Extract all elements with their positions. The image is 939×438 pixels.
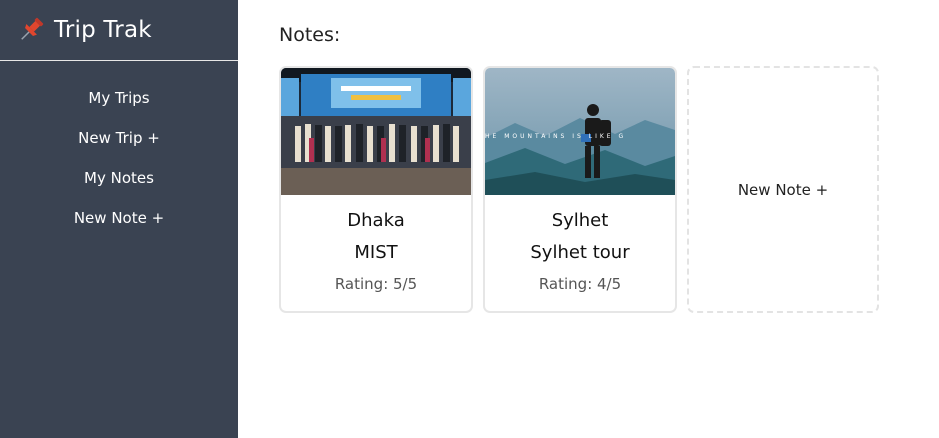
sidebar-item-new-trip[interactable]: New Trip +	[0, 118, 238, 158]
page-title: Notes:	[279, 24, 341, 46]
sidebar-item-my-trips[interactable]: My Trips	[0, 78, 238, 118]
note-card[interactable]: HE MOUNTAINS IS LIKE G Sylhet Sylhet tou…	[483, 66, 677, 313]
sidebar-nav: My Trips New Trip + My Notes New Note +	[0, 78, 238, 238]
note-card-body: Dhaka MIST Rating: 5/5	[281, 195, 471, 295]
sidebar-item-new-note[interactable]: New Note +	[0, 198, 238, 238]
notes-grid: Dhaka MIST Rating: 5/5 HE MOUNTAINS IS L…	[279, 66, 879, 313]
note-rating: Rating: 5/5	[334, 275, 418, 293]
note-image	[281, 68, 471, 195]
note-city: Sylhet	[551, 210, 609, 231]
sidebar: Trip Trak My Trips New Trip + My Notes N…	[0, 0, 238, 438]
new-note-card[interactable]: New Note +	[687, 66, 879, 313]
main-content: Notes: Dhaka MIST Rating: 5/5 HE MOUNTAI…	[279, 24, 879, 313]
app-title: Trip Trak	[54, 17, 152, 43]
brand-header[interactable]: Trip Trak	[0, 0, 238, 61]
note-image: HE MOUNTAINS IS LIKE G	[485, 68, 675, 195]
pushpin-icon	[21, 17, 44, 40]
note-name: Sylhet tour	[530, 242, 630, 263]
note-name: MIST	[354, 242, 398, 263]
note-card-body: Sylhet Sylhet tour Rating: 4/5	[485, 195, 675, 295]
sidebar-item-my-notes[interactable]: My Notes	[0, 158, 238, 198]
note-image-caption: HE MOUNTAINS IS LIKE G	[485, 133, 626, 140]
note-city: Dhaka	[347, 210, 405, 231]
note-card[interactable]: Dhaka MIST Rating: 5/5	[279, 66, 473, 313]
note-rating: Rating: 4/5	[538, 275, 622, 293]
new-note-label: New Note +	[737, 180, 829, 199]
